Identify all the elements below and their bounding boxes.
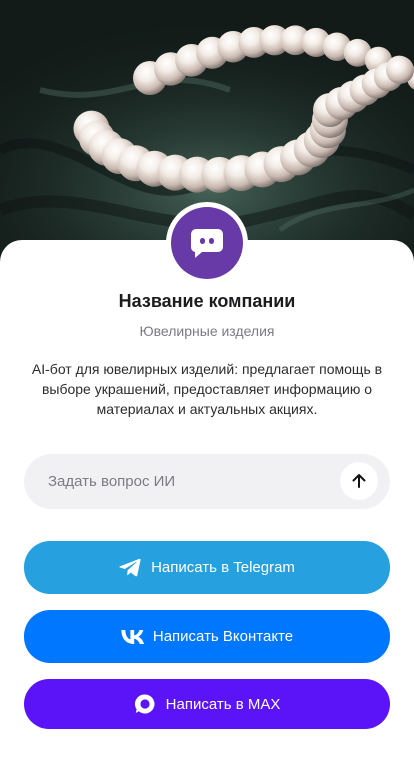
max-button-label: Написать в MAX xyxy=(165,695,281,713)
ask-ai-input[interactable] xyxy=(48,454,338,509)
avatar-circle xyxy=(171,207,243,279)
pearl xyxy=(386,56,414,84)
company-description: AI-бот для ювелирных изделий: предлагает… xyxy=(31,361,383,417)
send-button[interactable] xyxy=(340,462,378,500)
arrow-up-icon xyxy=(352,474,366,488)
vk-icon xyxy=(121,629,145,644)
max-icon xyxy=(134,693,156,715)
company-avatar xyxy=(166,202,248,284)
telegram-button[interactable]: Написать в Telegram xyxy=(24,541,390,594)
vk-button[interactable]: Написать Вконтакте xyxy=(24,610,390,663)
max-button[interactable]: Написать в MAX xyxy=(24,679,390,729)
telegram-button-label: Написать в Telegram xyxy=(151,559,295,576)
telegram-icon xyxy=(119,558,141,577)
ask-ai-box xyxy=(24,454,390,509)
company-category: Ювелирные изделия xyxy=(139,323,275,339)
vk-button-label: Написать Вконтакте xyxy=(152,628,294,645)
company-name: Название компании xyxy=(118,291,296,311)
chat-bot-icon xyxy=(190,229,223,258)
